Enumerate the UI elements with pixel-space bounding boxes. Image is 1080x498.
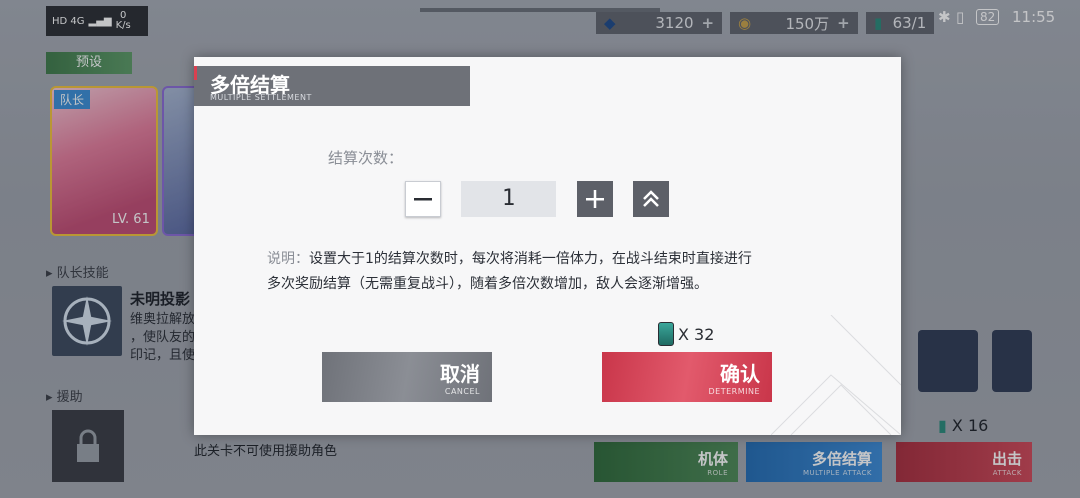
confirm-button[interactable]: 确认 DETERMINE: [602, 352, 772, 402]
minus-icon: [414, 198, 432, 201]
cancel-sub: CANCEL: [444, 387, 480, 396]
confirm-sub: DETERMINE: [708, 387, 760, 396]
count-label: 结算次数：: [328, 149, 404, 167]
description: 说明：设置大于1的结算次数时，每次将消耗一倍体力，在战斗结束时直接进行 多次奖励…: [267, 247, 827, 297]
title-accent: [194, 66, 197, 80]
increase-button[interactable]: [577, 181, 613, 217]
cost-value: X 32: [678, 324, 715, 344]
dialog-subtitle: MULTIPLE SETTLEMENT: [210, 93, 312, 102]
max-button[interactable]: [633, 181, 669, 217]
stamina-cost: X 32: [658, 322, 714, 346]
plus-icon: [586, 190, 604, 208]
double-chevron-up-icon: [643, 190, 659, 207]
decrease-button[interactable]: [405, 181, 441, 217]
decorative-lines: [771, 315, 901, 435]
cancel-button[interactable]: 取消 CANCEL: [322, 352, 492, 402]
desc-line-2: 多次奖励结算（无需重复战斗），随着多倍次数增加，敌人会逐渐增强。: [267, 276, 708, 292]
desc-label: 说明：: [267, 251, 309, 267]
multiple-settlement-dialog: 多倍结算 MULTIPLE SETTLEMENT 结算次数： 1 说明：设置大于…: [194, 57, 901, 435]
confirm-label: 确认: [720, 362, 760, 386]
dialog-title-bar: 多倍结算 MULTIPLE SETTLEMENT: [194, 66, 470, 106]
desc-line-1: 设置大于1的结算次数时，每次将消耗一倍体力，在战斗结束时直接进行: [309, 251, 752, 267]
stamina-icon: [658, 322, 674, 346]
count-input[interactable]: 1: [461, 181, 556, 217]
cancel-label: 取消: [440, 362, 480, 386]
